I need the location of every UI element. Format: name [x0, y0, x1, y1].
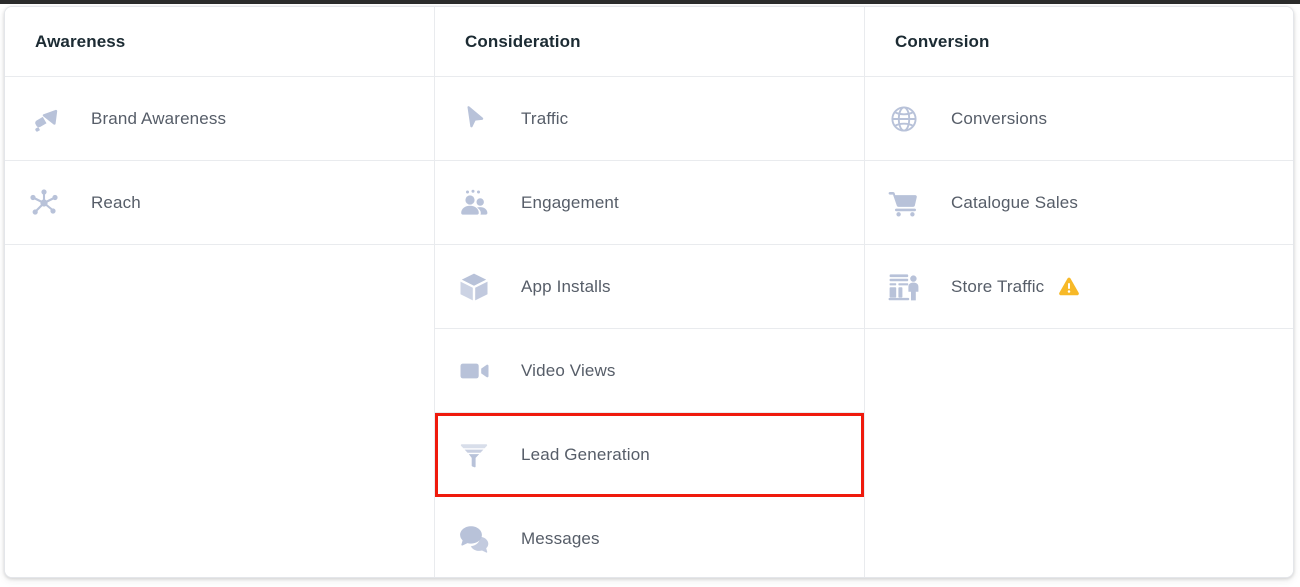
globe-icon — [887, 102, 921, 136]
video-camera-icon — [457, 354, 491, 388]
chat-bubbles-icon — [457, 522, 491, 556]
objective-column-awareness: Awareness Brand Awareness Reach — [5, 7, 435, 577]
reach-nodes-icon — [27, 186, 61, 220]
cursor-arrow-icon — [457, 102, 491, 136]
campaign-objective-card: Awareness Brand Awareness Reach Considerati… — [4, 6, 1294, 578]
objective-option-traffic[interactable]: Traffic — [435, 77, 864, 161]
funnel-icon — [457, 438, 491, 472]
objective-option-brand-awareness[interactable]: Brand Awareness — [5, 77, 434, 161]
people-group-icon — [457, 186, 491, 220]
objective-option-label: Store Traffic — [951, 276, 1045, 296]
top-edge-strip — [0, 0, 1300, 4]
column-header-conversion: Conversion — [865, 7, 1293, 77]
column-header-label: Awareness — [35, 31, 126, 51]
screenshot-stage: Awareness Brand Awareness Reach Considerati… — [0, 0, 1300, 587]
objective-option-label: Traffic — [521, 108, 569, 128]
warning-triangle-icon[interactable] — [1058, 276, 1080, 298]
objective-option-video-views[interactable]: Video Views — [435, 329, 864, 413]
objective-option-label: Video Views — [521, 360, 616, 380]
shopping-cart-icon — [887, 186, 921, 220]
objective-option-store-traffic[interactable]: Store Traffic — [865, 245, 1293, 329]
objective-option-label: App Installs — [521, 276, 611, 296]
objective-option-app-installs[interactable]: App Installs — [435, 245, 864, 329]
objective-option-label: Reach — [91, 192, 141, 212]
megaphone-icon — [27, 102, 61, 136]
column-header-consideration: Consideration — [435, 7, 864, 77]
objective-option-reach[interactable]: Reach — [5, 161, 434, 245]
objective-column-conversion: Conversion Conversions Catalogue Sales Stor… — [865, 7, 1293, 577]
column-header-awareness: Awareness — [5, 7, 434, 77]
cube-box-icon — [457, 270, 491, 304]
storefront-icon — [887, 270, 921, 304]
objective-option-label: Messages — [521, 528, 600, 548]
objective-option-conversions[interactable]: Conversions — [865, 77, 1293, 161]
column-header-label: Consideration — [465, 31, 581, 51]
objective-option-label: Catalogue Sales — [951, 192, 1079, 212]
objective-option-label: Engagement — [521, 192, 619, 212]
objective-option-label: Brand Awareness — [91, 108, 227, 128]
objective-option-label: Lead Generation — [521, 445, 650, 464]
column-header-label: Conversion — [895, 31, 990, 51]
objective-option-catalogue-sales[interactable]: Catalogue Sales — [865, 161, 1293, 245]
objective-option-engagement[interactable]: Engagement — [435, 161, 864, 245]
objective-option-messages[interactable]: Messages — [435, 497, 864, 577]
objective-column-consideration: Consideration Traffic Engagement App Instal… — [435, 7, 865, 577]
objective-option-lead-generation[interactable]: Lead Generation — [435, 413, 864, 497]
objective-option-label: Conversions — [951, 108, 1048, 128]
